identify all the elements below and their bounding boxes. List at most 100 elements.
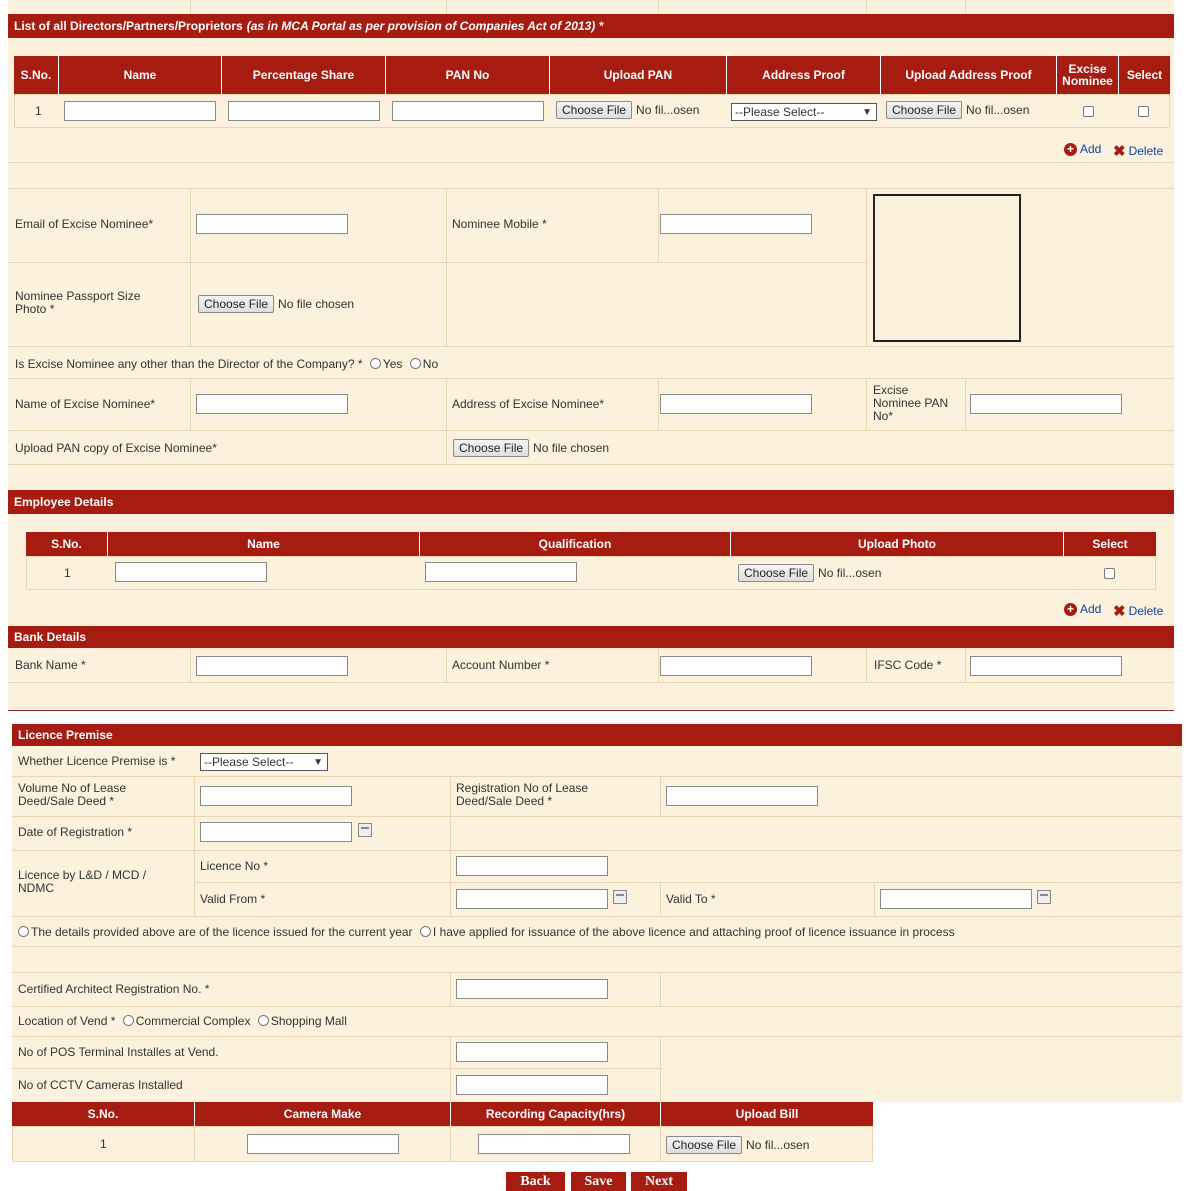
employee-photo-choose-file-button[interactable]: Choose File [738,564,815,582]
licence-no-input[interactable] [456,856,608,876]
employee-row-sno: 1 [64,566,71,580]
valid-to-label: Valid To * [666,892,716,906]
employee-name-input[interactable] [115,562,267,582]
option-applied-radio[interactable] [419,926,431,937]
camera-make-input[interactable] [247,1134,399,1154]
emp-col-name: Name [108,532,420,556]
employee-select-checkbox[interactable] [1104,568,1115,579]
valid-from-input[interactable] [456,889,608,909]
architect-input[interactable] [456,979,608,999]
bank-name-input[interactable] [196,656,348,676]
nominee-no-radio[interactable] [409,358,421,369]
employee-photo-control: Choose File No fil...osen [738,564,881,582]
nominee-photo-preview [873,194,1021,342]
director-name-input[interactable] [64,101,216,121]
nominee-address-input[interactable] [660,394,812,414]
emp-col-sno: S.No. [26,532,108,556]
director-select-checkbox[interactable] [1138,106,1149,117]
calendar-icon[interactable] [358,823,372,837]
employee-title: Employee Details [14,495,114,509]
nominee-photo-status: No file chosen [278,297,355,311]
registration-date-label: Date of Registration * [18,825,133,839]
employee-add-link[interactable]: + Add [1064,602,1101,616]
upload-address-choose-file-button[interactable]: Choose File [886,101,963,119]
chevron-down-icon: ▼ [313,756,323,768]
employee-add-label: Add [1080,602,1102,616]
camera-bill-status: No fil...osen [746,1138,810,1152]
bank-section-header: Bank Details [8,626,1174,648]
emp-col-select: Select [1064,532,1156,556]
nominee-address-label: Address of Excise Nominee* [452,397,605,411]
employee-delete-link[interactable]: ✖ Delete [1113,602,1163,620]
directors-table-header: S.No. Name Percentage Share PAN No Uploa… [14,56,1170,94]
director-percentage-input[interactable] [228,101,380,121]
licence-section-header: Licence Premise [12,724,1182,746]
employee-section-header: Employee Details [8,490,1174,514]
bank-title: Bank Details [14,630,87,644]
nominee-question-row: Is Excise Nominee any other than the Dir… [15,358,438,371]
director-pan-input[interactable] [392,101,544,121]
address-proof-select[interactable]: --Please Select-- ▼ [731,103,877,121]
cctv-label: No of CCTV Cameras Installed [18,1078,183,1092]
directors-delete-label: Delete [1128,144,1164,158]
valid-to-input[interactable] [880,889,1032,909]
row-sno: 1 [35,104,42,118]
nominee-photo-choose-file-button[interactable]: Choose File [198,295,275,313]
licence-status-options: The details provided above are of the li… [18,926,955,939]
emp-col-qualification: Qualification [420,532,731,556]
premise-label: Whether Licence Premise is * [18,754,176,768]
camera-row-sno: 1 [100,1137,107,1151]
nominee-photo-control: Choose File No file chosen [198,295,354,313]
licence-no-label: Licence No * [200,859,269,873]
ifsc-label: IFSC Code * [874,658,942,672]
nominee-no-label: No [422,357,439,371]
calendar-icon[interactable] [613,890,627,904]
premise-select[interactable]: --Please Select-- ▼ [200,753,328,771]
excise-nominee-checkbox[interactable] [1083,106,1094,117]
camera-col-sno: S.No. [12,1102,195,1126]
location-mall-radio[interactable] [257,1015,269,1026]
nominee-pan-label: Excise Nominee PAN No* [873,383,949,423]
location-row: Location of Vend * Commercial Complex Sh… [18,1015,347,1028]
add-icon: + [1064,602,1077,616]
cctv-input[interactable] [456,1075,608,1095]
volume-input[interactable] [200,786,352,806]
col-address-proof: Address Proof [727,56,881,94]
nominee-yes-radio[interactable] [369,358,381,369]
camera-capacity-input[interactable] [478,1134,630,1154]
directors-delete-link[interactable]: ✖ Delete [1113,142,1163,160]
col-percentage-share: Percentage Share [222,56,386,94]
upload-pan-status: No fil...osen [636,103,700,117]
pos-input[interactable] [456,1042,608,1062]
col-pan-no: PAN No [386,56,550,94]
col-excise-nominee: Excise Nominee [1057,56,1119,94]
nominee-pan-input[interactable] [970,394,1122,414]
upload-pan-choose-file-button[interactable]: Choose File [556,101,633,119]
nominee-photo-label: Nominee Passport Size Photo * [15,289,141,316]
camera-col-capacity: Recording Capacity(hrs) [451,1102,661,1126]
registration-input[interactable] [666,786,818,806]
upload-address-status: No fil...osen [966,103,1030,117]
employee-qualification-input[interactable] [425,562,577,582]
nominee-email-input[interactable] [196,214,348,234]
account-number-input[interactable] [660,656,812,676]
col-sno: S.No. [14,56,59,94]
option-current-radio[interactable] [18,926,29,937]
camera-bill-choose-file-button[interactable]: Choose File [666,1136,743,1154]
nominee-pan-choose-file-button[interactable]: Choose File [453,439,530,457]
camera-bill-control: Choose File No fil...osen [666,1136,809,1154]
option-applied-label: I have applied for issuance of the above… [432,925,955,939]
save-button[interactable]: Save [571,1172,626,1191]
nominee-mobile-input[interactable] [660,214,812,234]
directors-add-link[interactable]: + Add [1064,142,1101,156]
upload-pan-control: Choose File No fil...osen [556,101,699,119]
registration-date-input[interactable] [200,822,352,842]
next-button[interactable]: Next [631,1172,687,1191]
location-commercial-radio[interactable] [122,1015,134,1026]
licence-title: Licence Premise [18,728,113,742]
nominee-name-input[interactable] [196,394,348,414]
camera-col-make: Camera Make [195,1102,451,1126]
calendar-icon[interactable] [1037,890,1051,904]
ifsc-input[interactable] [970,656,1122,676]
back-button[interactable]: Back [506,1172,565,1191]
